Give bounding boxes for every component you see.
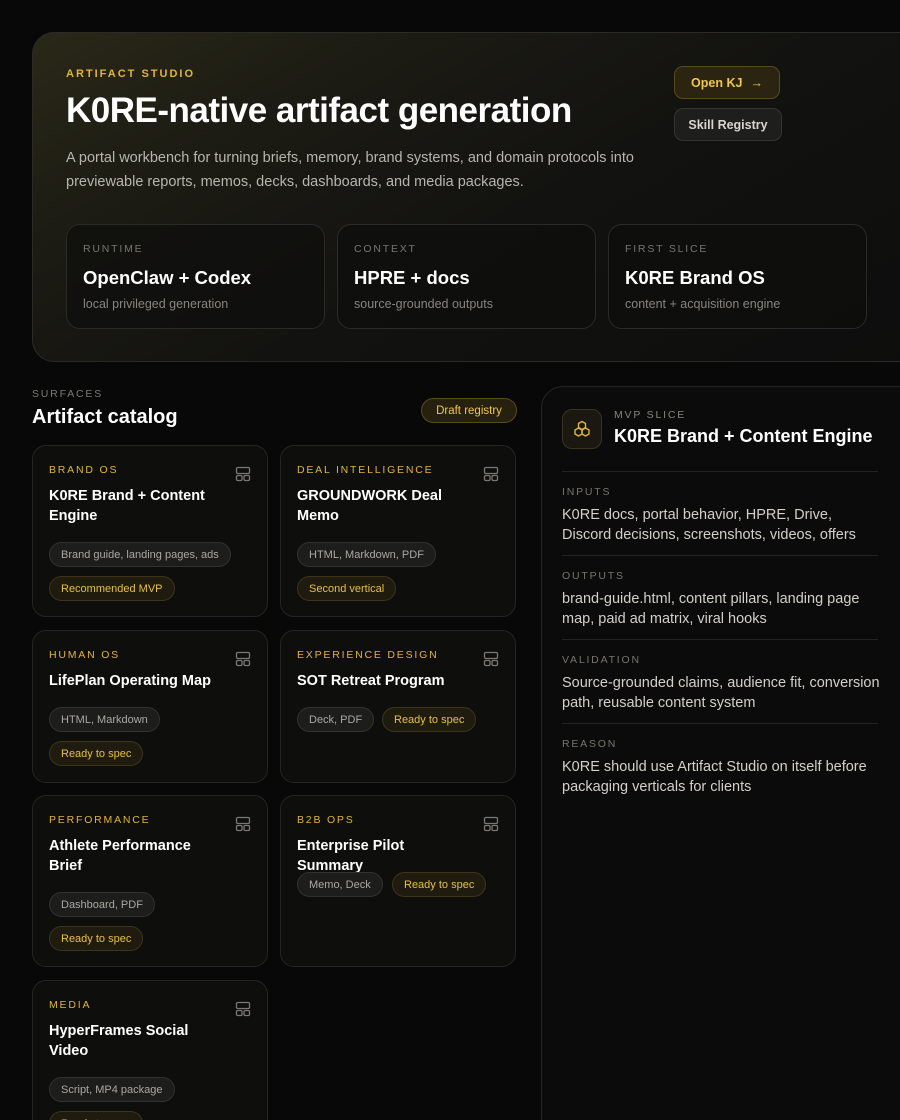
stat-card-first-slice: FIRST SLICE K0RE Brand OS content + acqu… [608,224,867,329]
layout-grid-icon [483,651,499,667]
card-title: K0RE Brand + Content Engine [49,488,205,524]
stat-key: FIRST SLICE [625,243,709,255]
format-chip: HTML, Markdown [49,707,160,732]
section-text: K0RE docs, portal behavior, HPRE, Drive,… [562,507,856,543]
hero-section: ARTIFACT STUDIO K0RE-native artifact gen… [32,32,900,362]
format-chip: Brand guide, landing pages, ads [49,542,231,567]
layout-grid-icon [235,466,251,482]
card-eyebrow: EXPERIENCE DESIGN [297,649,439,661]
panel-title: K0RE Brand + Content Engine [614,426,873,446]
status-chip: Ready to spec [49,926,144,951]
panel-section-outputs: OUTPUTS brand-guide.html, content pillar… [562,555,878,639]
card-title: HyperFrames Social Video [49,1023,189,1059]
stat-key: CONTEXT [354,243,417,255]
card-title: LifePlan Operating Map [49,673,211,689]
catalog-eyebrow: SURFACES [32,388,103,400]
hero-eyebrow: ARTIFACT STUDIO [66,68,195,80]
open-kj-button[interactable]: Open KJ → [674,66,780,99]
status-chip: Recommended MVP [49,576,175,601]
stat-value: OpenClaw + Codex [83,267,252,288]
artifact-card-experience-design[interactable]: EXPERIENCE DESIGN SOT Retreat Program De… [280,630,516,783]
card-title: Enterprise Pilot Summary [297,838,405,874]
artifact-card-deal-intelligence[interactable]: DEAL INTELLIGENCE GROUNDWORK Deal Memo H… [280,445,516,617]
stat-card-runtime: RUNTIME OpenClaw + Codex local privilege… [66,224,325,329]
card-eyebrow: DEAL INTELLIGENCE [297,464,434,476]
artifact-card-brand-os[interactable]: BRAND OS K0RE Brand + Content Engine Bra… [32,445,268,617]
layout-grid-icon [235,651,251,667]
panel-icon-box [562,409,602,449]
format-chip: Dashboard, PDF [49,892,155,917]
panel-section-inputs: INPUTS K0RE docs, portal behavior, HPRE,… [562,471,878,555]
section-key: INPUTS [562,486,612,498]
open-kj-label: Open KJ [691,75,743,90]
section-text: Source-grounded claims, audience fit, co… [562,675,880,711]
card-eyebrow: PERFORMANCE [49,814,151,826]
card-eyebrow: BRAND OS [49,464,119,476]
page-title: K0RE-native artifact generation [66,91,572,130]
panel-section-reason: REASON K0RE should use Artifact Studio o… [562,723,878,807]
stat-sub: local privileged generation [83,297,229,311]
artifact-card-human-os[interactable]: HUMAN OS LifePlan Operating Map HTML, Ma… [32,630,268,783]
status-chip: Second vertical [297,576,397,601]
section-key: OUTPUTS [562,570,625,582]
card-eyebrow: HUMAN OS [49,649,120,661]
status-chip: Ready to spec [49,741,144,766]
cubes-icon [574,420,590,437]
stat-value: K0RE Brand OS [625,267,765,288]
stat-card-context: CONTEXT HPRE + docs source-grounded outp… [337,224,596,329]
skill-registry-button[interactable]: Skill Registry [674,108,782,141]
layout-grid-icon [483,466,499,482]
section-text: K0RE should use Artifact Studio on itsel… [562,759,867,795]
format-chip: Script, MP4 package [49,1077,175,1102]
skill-registry-label: Skill Registry [688,117,768,132]
layout-grid-icon [483,816,499,832]
layout-grid-icon [235,1001,251,1017]
section-key: VALIDATION [562,654,641,666]
arrow-right-icon: → [750,75,763,90]
status-chip: Ready to spec [382,707,477,732]
panel-eyebrow: MVP SLICE [614,409,687,421]
hero-description: A portal workbench for turning briefs, m… [66,150,634,190]
card-title: Athlete Performance Brief [49,838,191,874]
card-eyebrow: B2B OPS [297,814,355,826]
status-chip: Ready to spec [392,872,487,897]
artifact-card-performance[interactable]: PERFORMANCE Athlete Performance Brief Da… [32,795,268,967]
panel-section-validation: VALIDATION Source-grounded claims, audie… [562,639,880,723]
section-key: REASON [562,738,618,750]
format-chip: Memo, Deck [297,872,383,897]
artifact-card-b2b-ops[interactable]: B2B OPS Enterprise Pilot Summary Memo, D… [280,795,516,967]
mvp-slice-panel: MVP SLICE K0RE Brand + Content Engine IN… [541,386,900,1120]
format-chip: HTML, Markdown, PDF [297,542,436,567]
section-text: brand-guide.html, content pillars, landi… [562,591,860,627]
stat-key: RUNTIME [83,243,144,255]
catalog-title: Artifact catalog [32,406,178,428]
card-eyebrow: MEDIA [49,999,92,1011]
artifact-card-media[interactable]: MEDIA HyperFrames Social Video Script, M… [32,980,268,1120]
draft-registry-badge[interactable]: Draft registry [421,398,517,423]
stat-sub: content + acquisition engine [625,297,781,311]
stat-sub: source-grounded outputs [354,297,493,311]
status-chip: Ready to spec [49,1111,144,1120]
card-title: SOT Retreat Program [297,673,445,689]
stat-value: HPRE + docs [354,267,470,288]
layout-grid-icon [235,816,251,832]
format-chip: Deck, PDF [297,707,375,732]
card-title: GROUNDWORK Deal Memo [297,488,443,524]
